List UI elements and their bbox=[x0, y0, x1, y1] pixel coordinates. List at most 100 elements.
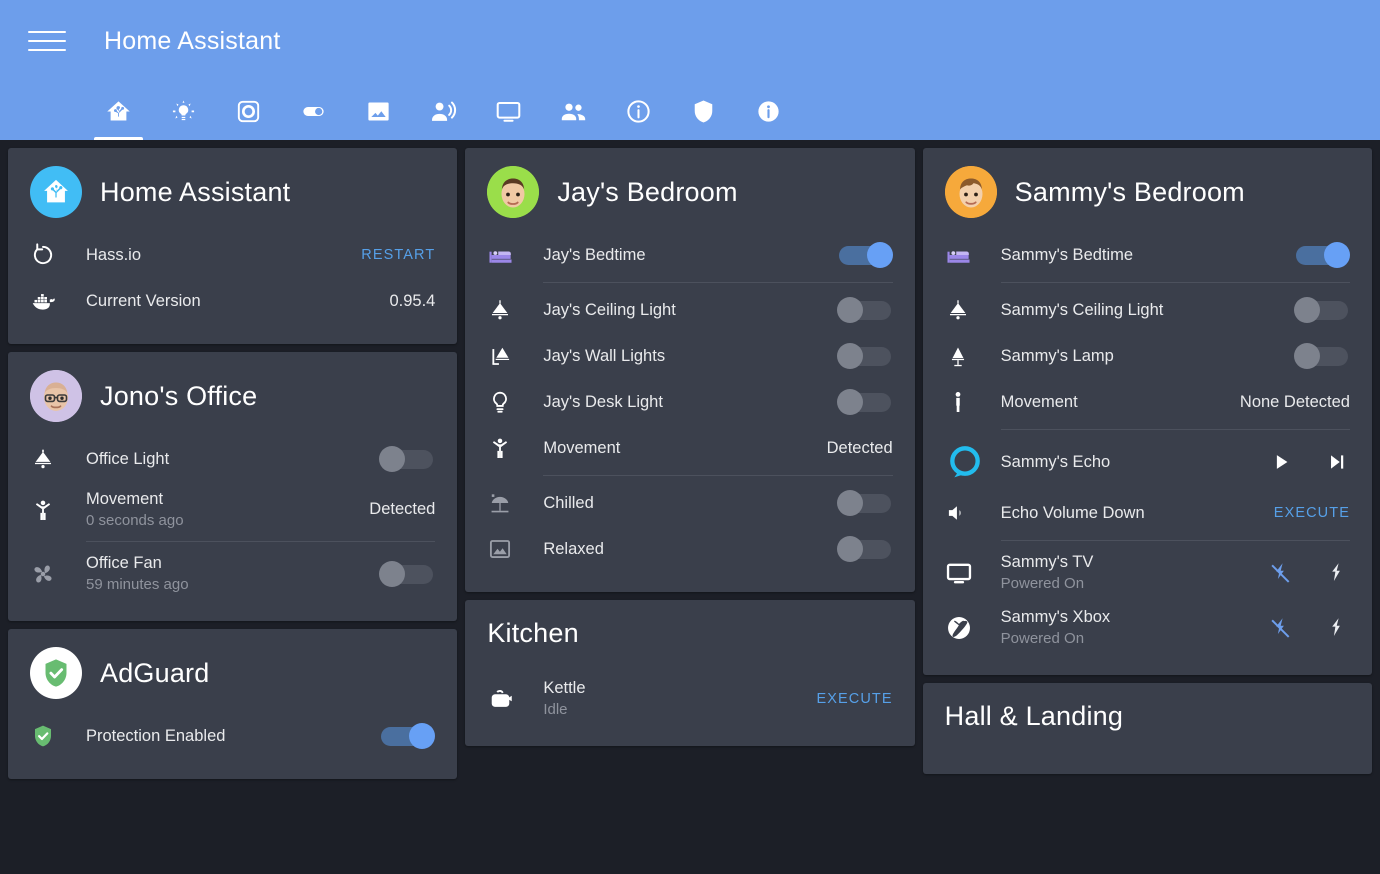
tab-people[interactable] bbox=[541, 82, 606, 140]
kettle-execute-button[interactable]: EXECUTE bbox=[806, 691, 892, 707]
echo-volume-execute-button[interactable]: EXECUTE bbox=[1264, 505, 1350, 521]
row-name: Office Light bbox=[86, 449, 379, 469]
row-office-movement[interactable]: Movement 0 seconds ago Detected bbox=[30, 482, 435, 537]
monitor-tv-icon bbox=[945, 559, 985, 587]
card-title: AdGuard bbox=[100, 658, 209, 689]
tab-home[interactable] bbox=[86, 82, 151, 140]
hamburger-menu-icon[interactable] bbox=[28, 22, 66, 60]
row-echo-volume-down[interactable]: Echo Volume Down EXECUTE bbox=[945, 490, 1350, 536]
card-header: Sammy's Bedroom bbox=[945, 166, 1350, 218]
protection-enabled-toggle[interactable] bbox=[379, 723, 435, 749]
card-title: Hall & Landing bbox=[945, 701, 1123, 732]
sammys-bedtime-toggle[interactable] bbox=[1294, 242, 1350, 268]
row-divider bbox=[1001, 429, 1350, 430]
flash-off-icon[interactable] bbox=[1268, 560, 1294, 586]
row-name: Jay's Desk Light bbox=[543, 392, 836, 412]
row-sammys-echo[interactable]: Sammy's Echo bbox=[945, 434, 1350, 490]
row-name: Jay's Ceiling Light bbox=[543, 300, 836, 320]
ceiling-light-icon bbox=[945, 297, 985, 323]
row-name: Jay's Wall Lights bbox=[543, 346, 836, 366]
row-current-version[interactable]: Current Version 0.95.4 bbox=[30, 278, 435, 324]
row-label: Movement 0 seconds ago bbox=[70, 489, 359, 530]
row-label: Protection Enabled bbox=[70, 726, 379, 746]
tab-media-players[interactable] bbox=[476, 82, 541, 140]
jays-bedtime-toggle[interactable] bbox=[837, 242, 893, 268]
card-header: Hall & Landing bbox=[945, 701, 1350, 732]
ceiling-light-icon bbox=[30, 446, 70, 472]
flash-on-icon[interactable] bbox=[1324, 560, 1350, 586]
row-sammys-bedtime[interactable]: Sammy's Bedtime bbox=[945, 232, 1350, 278]
row-name: Office Fan bbox=[86, 553, 379, 573]
memoji-jay-avatar bbox=[487, 166, 539, 218]
tab-bar bbox=[0, 82, 1380, 140]
row-label: Chilled bbox=[527, 493, 836, 513]
office-fan-toggle[interactable] bbox=[379, 561, 435, 587]
row-divider bbox=[1001, 540, 1350, 541]
relaxed-scene-toggle[interactable] bbox=[837, 536, 893, 562]
tab-switches[interactable] bbox=[281, 82, 346, 140]
hall-and-landing-card: Hall & Landing bbox=[923, 683, 1372, 774]
tab-lights[interactable] bbox=[151, 82, 216, 140]
row-name: Sammy's Echo bbox=[1001, 452, 1258, 472]
beach-umbrella-icon bbox=[487, 490, 527, 516]
row-jays-bedtime[interactable]: Jay's Bedtime bbox=[487, 232, 892, 278]
tab-voice[interactable] bbox=[411, 82, 476, 140]
row-protection-enabled[interactable]: Protection Enabled bbox=[30, 713, 435, 759]
sammys-lamp-toggle[interactable] bbox=[1294, 343, 1350, 369]
tab-security-shield[interactable] bbox=[671, 82, 736, 140]
row-chilled-scene[interactable]: Chilled bbox=[487, 480, 892, 526]
tab-vacuum[interactable] bbox=[216, 82, 281, 140]
tab-cameras[interactable] bbox=[346, 82, 411, 140]
office-light-toggle[interactable] bbox=[379, 446, 435, 472]
tab-info-outline[interactable] bbox=[606, 82, 671, 140]
card-header: Home Assistant bbox=[30, 166, 435, 218]
column-2: Jay's Bedroom Jay's Bedtime Jay's Ceilin… bbox=[465, 148, 914, 746]
row-divider bbox=[86, 541, 435, 542]
row-sammys-lamp[interactable]: Sammy's Lamp bbox=[945, 333, 1350, 379]
bed-icon bbox=[945, 242, 985, 269]
row-office-light[interactable]: Office Light bbox=[30, 436, 435, 482]
row-sammys-xbox[interactable]: Sammy's Xbox Powered On bbox=[945, 600, 1350, 655]
row-label: Jay's Ceiling Light bbox=[527, 300, 836, 320]
row-label: Sammy's Bedtime bbox=[985, 245, 1294, 265]
row-divider bbox=[543, 282, 892, 283]
row-label: Movement bbox=[527, 438, 816, 458]
jays-bedroom-card: Jay's Bedroom Jay's Bedtime Jay's Ceilin… bbox=[465, 148, 914, 592]
docker-icon bbox=[30, 288, 70, 315]
play-icon[interactable] bbox=[1268, 449, 1294, 475]
row-office-fan[interactable]: Office Fan 59 minutes ago bbox=[30, 546, 435, 601]
page-title: Home Assistant bbox=[104, 27, 280, 56]
row-sammys-tv[interactable]: Sammy's TV Powered On bbox=[945, 545, 1350, 600]
row-subtitle: Powered On bbox=[1001, 574, 1258, 593]
row-name: Protection Enabled bbox=[86, 726, 379, 746]
row-name: Hass.io bbox=[86, 245, 351, 265]
row-jays-desk-light[interactable]: Jay's Desk Light bbox=[487, 379, 892, 425]
chilled-scene-toggle[interactable] bbox=[837, 490, 893, 516]
next-track-icon[interactable] bbox=[1324, 449, 1350, 475]
jonos-office-card: Jono's Office Office Light Movement 0 se… bbox=[8, 352, 457, 621]
row-name: Sammy's Xbox bbox=[1001, 607, 1258, 627]
row-sammys-movement[interactable]: Movement None Detected bbox=[945, 379, 1350, 425]
row-hassio[interactable]: Hass.io RESTART bbox=[30, 232, 435, 278]
row-jays-wall-lights[interactable]: Jay's Wall Lights bbox=[487, 333, 892, 379]
row-subtitle: 0 seconds ago bbox=[86, 511, 359, 530]
row-relaxed-scene[interactable]: Relaxed bbox=[487, 526, 892, 572]
row-label: Kettle Idle bbox=[527, 678, 806, 719]
sammys-ceiling-light-toggle[interactable] bbox=[1294, 297, 1350, 323]
row-kettle[interactable]: Kettle Idle EXECUTE bbox=[487, 671, 892, 726]
row-name: Echo Volume Down bbox=[1001, 503, 1264, 523]
restart-button[interactable]: RESTART bbox=[351, 247, 435, 263]
flash-on-icon[interactable] bbox=[1324, 615, 1350, 641]
jays-ceiling-light-toggle[interactable] bbox=[837, 297, 893, 323]
row-label: Jay's Desk Light bbox=[527, 392, 836, 412]
jays-wall-lights-toggle[interactable] bbox=[837, 343, 893, 369]
jays-desk-light-toggle[interactable] bbox=[837, 389, 893, 415]
row-jays-movement[interactable]: Movement Detected bbox=[487, 425, 892, 471]
sammys-bedroom-card: Sammy's Bedroom Sammy's Bedtime Sammy's … bbox=[923, 148, 1372, 675]
card-title: Jono's Office bbox=[100, 381, 257, 412]
row-sammys-ceiling-light[interactable]: Sammy's Ceiling Light bbox=[945, 287, 1350, 333]
tab-info-filled[interactable] bbox=[736, 82, 801, 140]
flash-off-icon[interactable] bbox=[1268, 615, 1294, 641]
shield-check-icon bbox=[30, 723, 70, 749]
row-jays-ceiling-light[interactable]: Jay's Ceiling Light bbox=[487, 287, 892, 333]
